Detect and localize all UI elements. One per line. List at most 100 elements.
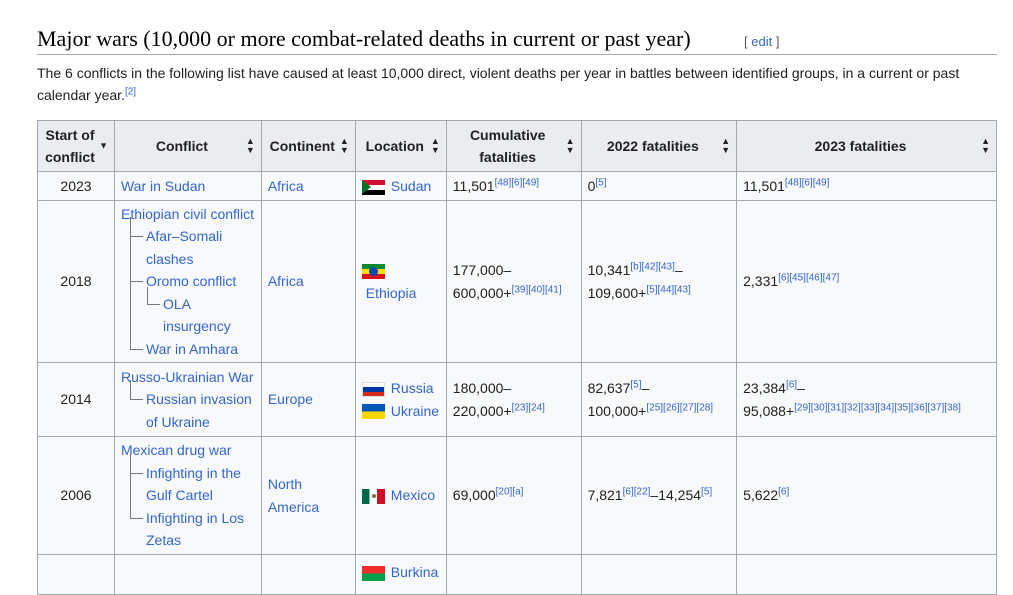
cumulative-value: 180,000–: [452, 380, 512, 397]
reference-link[interactable]: [6]: [778, 487, 789, 498]
conflict-link[interactable]: War in Sudan: [121, 178, 205, 194]
range-dash: –: [641, 380, 650, 397]
cell-start: 2014: [37, 362, 115, 437]
header-2022-label: 2022 fatalities: [606, 137, 699, 154]
cell-continent: Africa: [260, 200, 356, 363]
cell-conflict: Ethiopian civil conflict Afar–Somali cla…: [113, 200, 262, 363]
reference-link[interactable]: [20][a]: [496, 487, 524, 498]
cell-conflict: War in Sudan: [113, 171, 262, 201]
section-heading: Major wars (10,000 or more combat-relate…: [37, 24, 997, 55]
fatalities-2022-value: 10,341: [587, 262, 631, 279]
conflict-tree: Russo-Ukrainian War Russian invasion of …: [121, 366, 255, 433]
sub-conflict-link[interactable]: Afar–Somali clashes: [146, 228, 222, 266]
cell-cumulative: [445, 554, 582, 595]
col-header-2023[interactable]: 2023 fatalities ▲ ▼: [736, 120, 997, 172]
cell-2023: [736, 554, 997, 595]
reference-link[interactable]: [6][45][46][47]: [778, 273, 839, 284]
cell-2022: 0[5]: [580, 171, 738, 201]
range-dash: –: [674, 262, 683, 279]
sub-conflict-link[interactable]: Infighting in Los Zetas: [146, 510, 244, 548]
col-header-2022[interactable]: 2022 fatalities ▲ ▼: [580, 120, 738, 172]
cell-continent: Africa: [260, 171, 356, 201]
continent-link[interactable]: Africa: [268, 273, 304, 289]
fatalities-2022-value: 7,821: [587, 487, 623, 504]
intro-paragraph: The 6 conflicts in the following list ha…: [37, 62, 967, 106]
header-2023-label: 2023 fatalities: [814, 137, 907, 154]
cell-cumulative: 69,000[20][a]: [445, 436, 582, 555]
reference-link[interactable]: [5]: [595, 177, 606, 188]
cell-2023: 5,622[6]: [736, 436, 997, 555]
cell-start: [37, 554, 115, 595]
cell-location: Sudan: [354, 171, 447, 201]
intro-reference[interactable]: [2]: [125, 86, 136, 97]
cumulative-value: 600,000+: [452, 284, 512, 301]
sort-down-icon[interactable]: ▼: [99, 141, 108, 151]
sub-conflict-link[interactable]: OLA insurgency: [163, 296, 231, 334]
location-link[interactable]: Ethiopia: [366, 285, 417, 301]
reference-link[interactable]: [6]: [786, 379, 797, 390]
reference-link[interactable]: [23][24]: [512, 402, 545, 413]
sort-arrows-icon[interactable]: ▲ ▼: [246, 137, 255, 155]
sub-conflict-link[interactable]: War in Amhara: [146, 341, 238, 357]
reference-link[interactable]: [6][22]: [623, 487, 651, 498]
cell-conflict: Russo-Ukrainian War Russian invasion of …: [113, 362, 262, 437]
ukraine-flag-icon: [361, 404, 385, 420]
cell-cumulative: 180,000– 220,000+[23][24]: [445, 362, 582, 437]
header-location-label: Location: [365, 137, 424, 154]
fatalities-2023-value: 95,088+: [743, 402, 795, 419]
location-link[interactable]: Ukraine: [391, 403, 439, 419]
location-link[interactable]: Burkina: [391, 564, 438, 580]
reference-link[interactable]: [5][44][43]: [646, 284, 690, 295]
reference-link[interactable]: [29][30][31][32][33][34][35][36][37][38]: [794, 402, 961, 413]
location-link[interactable]: Sudan: [391, 178, 431, 194]
cell-2022: 7,821[6][22]–14,254[5]: [580, 436, 738, 555]
sub-conflict-link[interactable]: Russian invasion of Ukraine: [146, 391, 252, 429]
col-header-location[interactable]: Location ▲ ▼: [354, 120, 447, 172]
edit-link[interactable]: edit: [751, 34, 772, 49]
col-header-start[interactable]: Start of conflict ▼: [37, 120, 115, 172]
cell-continent: Europe: [260, 362, 356, 437]
reference-link[interactable]: [48][6][49]: [495, 177, 539, 188]
sort-arrows-icon[interactable]: ▲ ▼: [721, 137, 730, 155]
continent-link[interactable]: Europe: [268, 391, 313, 407]
fatalities-2023-value: 23,384: [743, 380, 786, 397]
col-header-continent[interactable]: Continent ▲ ▼: [260, 120, 356, 172]
cell-location: Russia Ukraine: [354, 362, 447, 437]
cell-2023: 23,384[6]– 95,088+[29][30][31][32][33][34…: [736, 362, 997, 437]
reference-link[interactable]: [b][42][43]: [630, 261, 674, 272]
continent-link[interactable]: Africa: [268, 178, 304, 194]
range-dash: –: [797, 380, 805, 397]
sort-arrows-icon[interactable]: ▲ ▼: [981, 137, 990, 155]
cell-2022: 82,637[5]– 100,000+[25][26][27][28]: [580, 362, 738, 437]
ethiopia-flag-icon: [361, 263, 385, 279]
cell-2023: 11,501[48][6][49]: [736, 171, 997, 201]
cell-conflict: Mexican drug war Infighting in the Gulf …: [113, 436, 262, 555]
table-row: Burkina: [37, 554, 997, 595]
edit-bracket-close: ]: [772, 34, 780, 49]
sub-conflict-link[interactable]: Infighting in the Gulf Cartel: [146, 465, 241, 503]
sort-arrows-icon[interactable]: ▲ ▼: [431, 137, 440, 155]
location-link[interactable]: Russia: [391, 380, 434, 396]
cell-continent: North America: [260, 436, 356, 555]
cumulative-value: 11,501: [452, 177, 495, 194]
fatalities-2023-value: 5,622: [743, 487, 779, 504]
cell-start: 2018: [37, 200, 115, 363]
reference-link[interactable]: [48][6][49]: [785, 177, 829, 188]
reference-link[interactable]: [39][40][41]: [512, 284, 562, 295]
col-header-cumulative[interactable]: Cumulative fatalities ▲ ▼: [445, 120, 582, 172]
col-header-conflict[interactable]: Conflict ▲ ▼: [113, 120, 262, 172]
sort-arrows-icon[interactable]: ▲ ▼: [566, 137, 575, 155]
continent-link[interactable]: North America: [268, 476, 319, 514]
cell-start: 2023: [37, 171, 115, 201]
reference-link[interactable]: [25][26][27][28]: [646, 402, 713, 413]
header-conflict-label: Conflict: [155, 137, 208, 154]
fatalities-2022-value: 100,000+: [587, 402, 647, 419]
reference-link[interactable]: [5]: [630, 379, 641, 390]
header-row: Start of conflict ▼ Conflict ▲ ▼ Continent ▲…: [37, 120, 997, 172]
location-link[interactable]: Mexico: [391, 487, 435, 503]
table-row: 2014 Russo-Ukrainian War Russian invasio…: [37, 362, 997, 437]
edit-section: [ edit ]: [744, 34, 779, 49]
cell-location: Burkina: [354, 554, 447, 595]
sort-arrows-icon[interactable]: ▲ ▼: [340, 137, 349, 155]
reference-link[interactable]: [5]: [701, 487, 712, 498]
